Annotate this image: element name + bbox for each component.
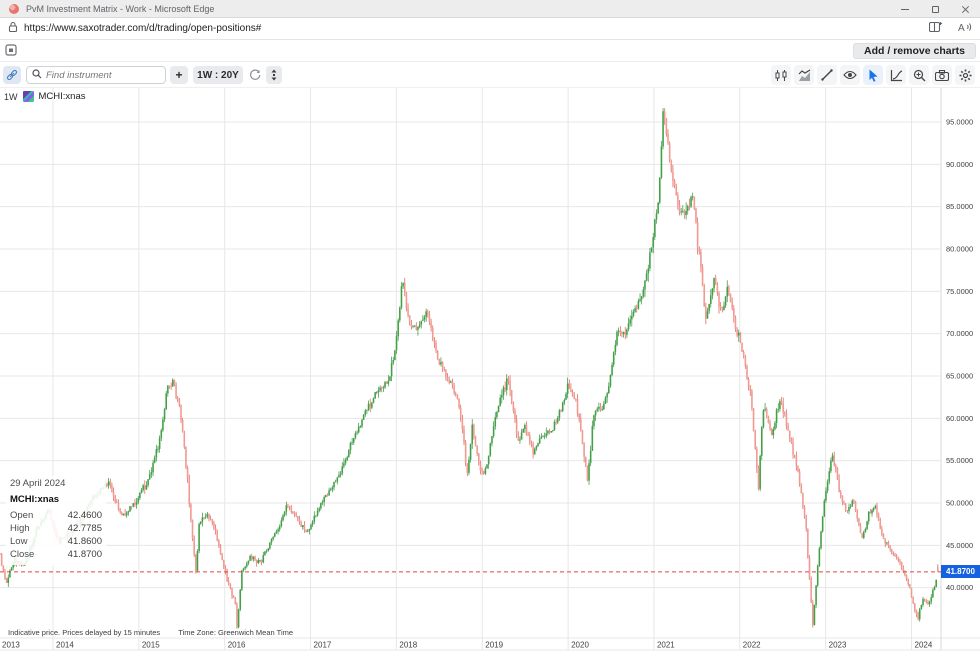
maximize-icon bbox=[931, 5, 939, 13]
svg-text:90.0000: 90.0000 bbox=[946, 160, 973, 169]
svg-text:2023: 2023 bbox=[829, 641, 847, 650]
chart-type-candles-button[interactable] bbox=[771, 65, 791, 85]
platform-window-button[interactable] bbox=[4, 43, 18, 57]
svg-text:2024: 2024 bbox=[915, 641, 933, 650]
svg-text:55.0000: 55.0000 bbox=[946, 456, 973, 465]
legend-interval: 1W bbox=[4, 91, 18, 102]
interval-range-button[interactable]: 1W : 20Y bbox=[193, 66, 243, 84]
svg-text:65.0000: 65.0000 bbox=[946, 372, 973, 381]
indicators-button[interactable] bbox=[794, 65, 814, 85]
zoom-in-button[interactable] bbox=[909, 65, 929, 85]
svg-text:2020: 2020 bbox=[571, 641, 589, 650]
add-instrument-button[interactable]: + bbox=[170, 66, 188, 84]
instrument-search[interactable] bbox=[26, 66, 166, 84]
svg-text:95.0000: 95.0000 bbox=[946, 118, 973, 127]
candlestick-svg[interactable]: 95.0000 90.0000 85.0000 80.0000 75.0000 70.00… bbox=[0, 88, 980, 656]
site-favicon bbox=[9, 3, 19, 14]
svg-text:60.0000: 60.0000 bbox=[946, 414, 973, 423]
svg-text:2017: 2017 bbox=[314, 641, 332, 650]
add-remove-charts-button[interactable]: Add / remove charts bbox=[853, 43, 976, 59]
chart-legend: 1W MCHI:xnas bbox=[4, 91, 85, 102]
svg-text:45.0000: 45.0000 bbox=[946, 541, 973, 550]
address-url[interactable]: https://www.saxotrader.com/d/trading/ope… bbox=[24, 23, 261, 34]
chart-footer: Indicative price. Prices delayed by 15 m… bbox=[8, 628, 293, 637]
read-aloud-icon[interactable]: A bbox=[958, 20, 972, 38]
timezone-text: Time Zone: Greenwich Mean Time bbox=[178, 628, 294, 637]
refresh-button[interactable] bbox=[247, 66, 263, 84]
url-bar: https://www.saxotrader.com/d/trading/ope… bbox=[0, 18, 980, 40]
ohlc-tooltip: 29 April 2024 MCHI:xnas Open 42.4600 High… bbox=[6, 476, 106, 565]
split-screen-icon[interactable] bbox=[928, 20, 942, 38]
tooltip-close-row: Close 41.8700 bbox=[10, 549, 102, 560]
search-icon bbox=[32, 66, 42, 84]
legend-instrument[interactable]: MCHI:xnas bbox=[39, 91, 86, 102]
trendline-tool-button[interactable] bbox=[817, 65, 837, 85]
instrument-logo-icon bbox=[22, 91, 34, 102]
scale-adjust-button[interactable] bbox=[266, 66, 282, 84]
svg-text:40.0000: 40.0000 bbox=[946, 583, 973, 592]
svg-text:85.0000: 85.0000 bbox=[946, 202, 973, 211]
chart-toolbar: + 1W : 20Y bbox=[0, 62, 980, 88]
svg-text:75.0000: 75.0000 bbox=[946, 287, 973, 296]
svg-text:2018: 2018 bbox=[399, 641, 417, 650]
chart-area[interactable]: 95.0000 90.0000 85.0000 80.0000 75.0000 70.00… bbox=[0, 88, 980, 656]
svg-text:2021: 2021 bbox=[657, 641, 675, 650]
visibility-button[interactable] bbox=[840, 65, 860, 85]
settings-gear-button[interactable] bbox=[955, 65, 975, 85]
minimize-icon bbox=[901, 8, 909, 10]
svg-text:2019: 2019 bbox=[485, 641, 503, 650]
svg-text:2022: 2022 bbox=[743, 641, 761, 650]
svg-text:2014: 2014 bbox=[56, 641, 74, 650]
tooltip-symbol: MCHI:xnas bbox=[10, 494, 60, 505]
lock-icon[interactable] bbox=[8, 20, 18, 38]
title-bar: PvM Investment Matrix - Work - Microsoft… bbox=[0, 0, 980, 18]
current-price-badge: 41.8700 bbox=[941, 565, 980, 579]
disclaimer-text: Indicative price. Prices delayed by 15 m… bbox=[8, 628, 161, 637]
tooltip-high-row: High 42.7785 bbox=[10, 523, 102, 534]
minimize-button[interactable] bbox=[890, 0, 920, 18]
svg-text:80.0000: 80.0000 bbox=[946, 245, 973, 254]
tooltip-date: 29 April 2024 bbox=[10, 478, 66, 489]
app-header: Add / remove charts bbox=[0, 40, 980, 62]
snapshot-camera-button[interactable] bbox=[932, 65, 952, 85]
browser-window: PvM Investment Matrix - Work - Microsoft… bbox=[0, 0, 980, 656]
svg-text:A: A bbox=[958, 23, 965, 33]
svg-text:50.0000: 50.0000 bbox=[946, 499, 973, 508]
svg-text:2016: 2016 bbox=[228, 641, 246, 650]
cursor-tool-button[interactable] bbox=[863, 65, 883, 85]
close-icon bbox=[961, 5, 970, 14]
tooltip-open-row: Open 42.4600 bbox=[10, 510, 102, 521]
chart-style-button[interactable] bbox=[886, 65, 906, 85]
window-title: PvM Investment Matrix - Work - Microsoft… bbox=[26, 3, 215, 14]
link-charts-button[interactable] bbox=[3, 66, 21, 84]
search-input[interactable] bbox=[46, 69, 156, 81]
svg-text:2013: 2013 bbox=[2, 641, 20, 650]
svg-text:70.0000: 70.0000 bbox=[946, 329, 973, 338]
close-button[interactable] bbox=[950, 0, 980, 18]
maximize-button[interactable] bbox=[920, 0, 950, 18]
svg-text:2015: 2015 bbox=[142, 641, 160, 650]
tooltip-low-row: Low 41.8600 bbox=[10, 536, 102, 547]
